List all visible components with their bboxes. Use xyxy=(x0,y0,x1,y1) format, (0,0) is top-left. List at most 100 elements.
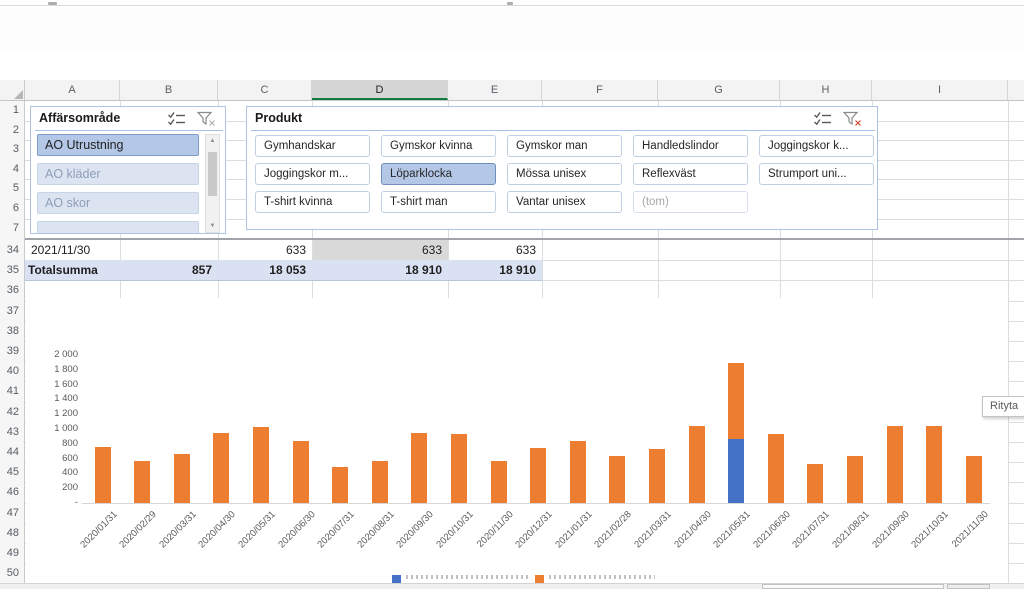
row-header-36[interactable]: 36 xyxy=(0,280,24,300)
bar-orange-2020-02-29[interactable] xyxy=(134,461,150,503)
pivot-chart[interactable]: 2 0001 8001 6001 4001 2001 0008006004002… xyxy=(26,298,1008,589)
row-header-6[interactable]: 6 xyxy=(0,199,24,219)
row-header-38[interactable]: 38 xyxy=(0,321,24,341)
slicer-affarsomrade[interactable]: Affärsområde AO UtrustningAO kläderAO sk… xyxy=(30,106,226,234)
scrollbar-thumb[interactable] xyxy=(208,152,217,196)
bar-orange-2020-04-30[interactable] xyxy=(213,433,229,503)
cell-c34[interactable]: 633 xyxy=(220,240,306,260)
produkt-button-t-shirt-kvinna[interactable]: T-shirt kvinna xyxy=(255,191,370,213)
row-header-48[interactable]: 48 xyxy=(0,523,24,543)
bar-orange-2021-01-31[interactable] xyxy=(570,441,586,503)
legend-swatch-blue[interactable] xyxy=(392,575,401,583)
row-header-40[interactable]: 40 xyxy=(0,361,24,381)
clear-filter-icon[interactable] xyxy=(843,111,863,132)
bar-orange-2020-09-30[interactable] xyxy=(411,433,427,503)
bar-orange-2020-11-30[interactable] xyxy=(491,461,507,503)
column-header-h[interactable]: H xyxy=(780,80,872,100)
scroll-down-icon[interactable]: ▼ xyxy=(206,220,219,233)
produkt-button-l-parklocka[interactable]: Löparklocka xyxy=(381,163,496,185)
bar-orange-2020-05-31[interactable] xyxy=(253,427,269,503)
bar-orange-2021-06-30[interactable] xyxy=(768,434,784,503)
bar-orange-2021-10-31[interactable] xyxy=(926,426,942,503)
multi-select-icon[interactable] xyxy=(813,111,833,132)
row-header-43[interactable]: 43 xyxy=(0,422,24,442)
row-header-34[interactable]: 34 xyxy=(0,240,24,260)
row-header-4[interactable]: 4 xyxy=(0,160,24,180)
column-header-c[interactable]: C xyxy=(218,80,312,100)
bar-orange-2020-08-31[interactable] xyxy=(372,461,388,503)
slicer-item-ao-utrustning[interactable]: AO Utrustning xyxy=(37,134,199,156)
cell-e35[interactable]: 18 910 xyxy=(450,260,536,280)
produkt-button-m-ssa-unisex[interactable]: Mössa unisex xyxy=(507,163,622,185)
cell-c35[interactable]: 18 053 xyxy=(220,260,306,280)
row-header-47[interactable]: 47 xyxy=(0,503,24,523)
bar-orange-2021-04-30[interactable] xyxy=(689,426,705,503)
produkt-button-vantar-unisex[interactable]: Vantar unisex xyxy=(507,191,622,213)
row-header-7[interactable]: 7 xyxy=(0,219,24,239)
produkt-button-t-shirt-man[interactable]: T-shirt man xyxy=(381,191,496,213)
column-header-g[interactable]: G xyxy=(658,80,780,100)
slicer-produkt[interactable]: Produkt GymhandskarGymskor kvinnaGymskor… xyxy=(246,106,878,230)
column-header-i[interactable]: I xyxy=(872,80,1008,100)
produkt-button-strumport-uni-[interactable]: Strumport uni... xyxy=(759,163,874,185)
row-header-3[interactable]: 3 xyxy=(0,140,24,160)
column-header-b[interactable]: B xyxy=(120,80,218,100)
cell-d35[interactable]: 18 910 xyxy=(314,260,442,280)
produkt-button-gymskor-man[interactable]: Gymskor man xyxy=(507,135,622,157)
multi-select-icon[interactable] xyxy=(167,111,187,132)
bar-orange-2021-03-31[interactable] xyxy=(649,449,665,503)
row-header-49[interactable]: 49 xyxy=(0,543,24,563)
horizontal-scrollbar-thumb[interactable] xyxy=(762,584,944,589)
produkt-button-reflexv-st[interactable]: Reflexväst xyxy=(633,163,748,185)
bar-orange-2020-10-31[interactable] xyxy=(451,434,467,503)
cell-b35[interactable]: 857 xyxy=(122,260,212,280)
bar-orange-2020-03-31[interactable] xyxy=(174,454,190,503)
bar-orange-2021-09-30[interactable] xyxy=(887,426,903,503)
row-header-35[interactable]: 35 xyxy=(0,260,24,280)
produkt-button-joggingskor-m-[interactable]: Joggingskor m... xyxy=(255,163,370,185)
column-header-e[interactable]: E xyxy=(448,80,542,100)
bar-orange-2021-07-31[interactable] xyxy=(807,464,823,503)
row-header-2[interactable]: 2 xyxy=(0,121,24,141)
row-header-41[interactable]: 41 xyxy=(0,381,24,401)
column-header-f[interactable]: F xyxy=(542,80,658,100)
row-header-39[interactable]: 39 xyxy=(0,341,24,361)
row-header-44[interactable]: 44 xyxy=(0,442,24,462)
bar-orange-2021-11-30[interactable] xyxy=(966,456,982,503)
produkt-button-gymskor-kvinna[interactable]: Gymskor kvinna xyxy=(381,135,496,157)
bar-orange-2020-12-31[interactable] xyxy=(530,448,546,503)
cell-a34[interactable]: 2021/11/30 xyxy=(31,240,131,260)
bar-orange-2020-07-31[interactable] xyxy=(332,467,348,503)
bar-orange-2020-06-30[interactable] xyxy=(293,441,309,503)
row-header-45[interactable]: 45 xyxy=(0,462,24,482)
produkt-button-gymhandskar[interactable]: Gymhandskar xyxy=(255,135,370,157)
row-header-37[interactable]: 37 xyxy=(0,301,24,321)
chart-area-tooltip: Rityta xyxy=(982,396,1024,417)
scroll-up-icon[interactable]: ▲ xyxy=(206,135,219,148)
produkt-button-handledslindor[interactable]: Handledslindor xyxy=(633,135,748,157)
slicer-item-ao-skor[interactable]: AO skor xyxy=(37,192,199,214)
column-header-d[interactable]: D xyxy=(312,80,448,100)
produkt-button-joggingskor-k-[interactable]: Joggingskor k... xyxy=(759,135,874,157)
cell-d34[interactable]: 633 xyxy=(314,240,442,260)
gridline xyxy=(1008,101,1009,583)
row-header-1[interactable]: 1 xyxy=(0,101,24,121)
bar-orange-2021-08-31[interactable] xyxy=(847,456,863,503)
cell-e34[interactable]: 633 xyxy=(450,240,536,260)
legend-swatch-orange[interactable] xyxy=(535,575,544,583)
bar-blue-2021-05-31[interactable] xyxy=(728,439,744,503)
horizontal-scrollbar-box[interactable] xyxy=(947,584,990,589)
bar-orange-2021-02-28[interactable] xyxy=(609,456,625,503)
bar-orange-2020-01-31[interactable] xyxy=(95,447,111,503)
row-header-50[interactable]: 50 xyxy=(0,563,24,583)
clear-filter-icon[interactable] xyxy=(197,111,217,132)
slicer-item-ao-kl-der[interactable]: AO kläder xyxy=(37,163,199,185)
slicer-item-clipped[interactable] xyxy=(37,221,199,234)
row-header-5[interactable]: 5 xyxy=(0,179,24,199)
produkt-button--tom-[interactable]: (tom) xyxy=(633,191,748,213)
bar-orange-2021-05-31[interactable] xyxy=(728,363,744,438)
slicer-scrollbar[interactable]: ▲ ▼ xyxy=(205,134,220,233)
row-header-46[interactable]: 46 xyxy=(0,482,24,502)
row-header-42[interactable]: 42 xyxy=(0,402,24,422)
column-header-a[interactable]: A xyxy=(25,80,120,100)
